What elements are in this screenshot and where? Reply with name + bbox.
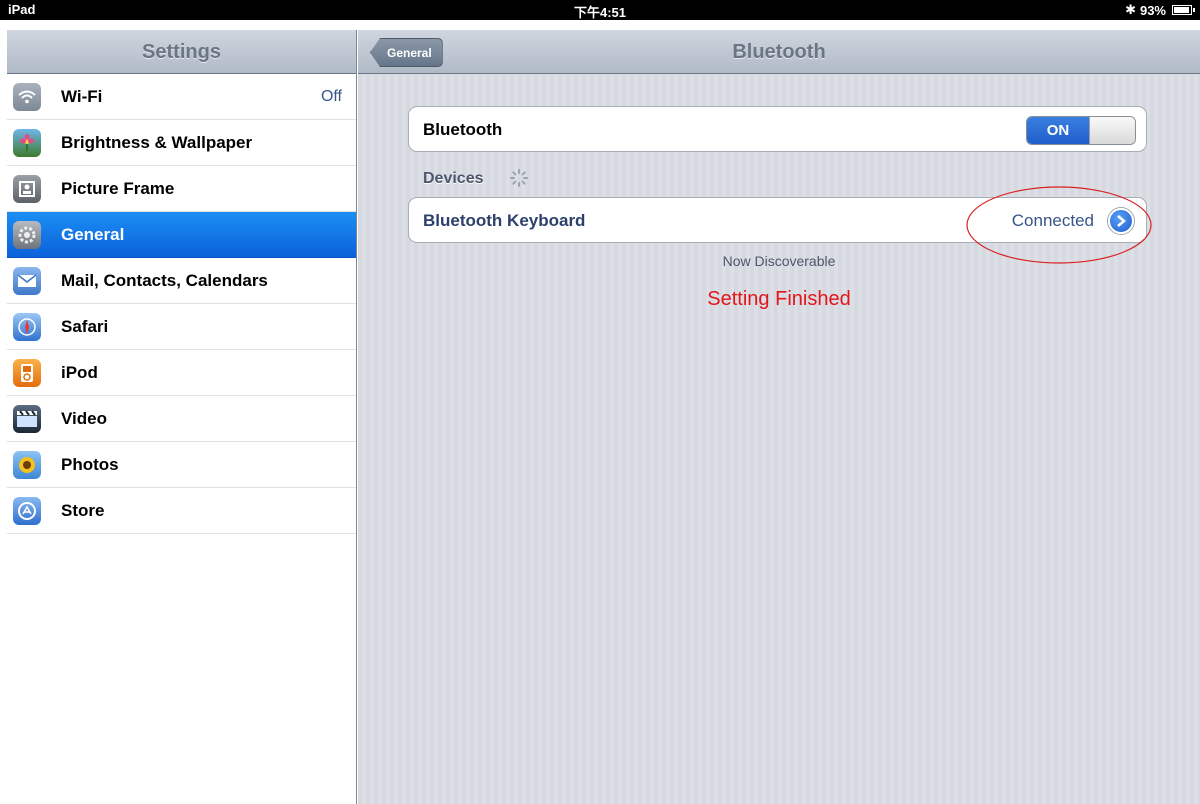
sidebar-item-label: Brightness & Wallpaper [61,132,253,152]
sidebar-item-ipod[interactable]: iPod [7,350,356,396]
toggle-knob [1089,117,1135,144]
sidebar-item-label: iPod [61,362,98,382]
device-name: Bluetooth Keyboard [423,211,586,230]
sidebar-item-safari[interactable]: Safari [7,304,356,350]
sidebar-item-label: Photos [61,454,119,474]
battery-percent: 93% [1139,2,1166,18]
wifi-icon [13,82,41,111]
sidebar-item-store[interactable]: Store [7,488,356,534]
settings-sidebar: Settings Wi-Fi Off Brightness & Wallpape… [7,30,357,804]
sidebar-item-mail-contacts-calendars[interactable]: Mail, Contacts, Calendars [7,258,356,304]
flower-icon [13,128,41,157]
app-store-icon [13,496,41,525]
status-bar: iPad 下午4:51 ✱ 93% [0,0,1200,20]
sidebar-item-label: Video [61,408,107,428]
compass-icon [13,312,41,341]
discoverable-status: Now Discoverable [722,253,836,269]
sidebar-item-label: General [61,224,125,244]
status-right: ✱ 93% [1125,2,1195,18]
sidebar-title: Settings [7,30,356,74]
sidebar-item-label: Store [61,500,105,520]
sidebar-item-wifi[interactable]: Wi-Fi Off [7,74,356,120]
settings-list: Wi-Fi Off Brightness & Wallpaper Picture… [7,74,356,534]
picture-frame-icon [13,174,41,203]
nav-bar: Bluetooth General [358,30,1200,74]
sidebar-item-label: Mail, Contacts, Calendars [61,270,268,290]
sidebar-item-brightness-wallpaper[interactable]: Brightness & Wallpaper [7,120,356,166]
annotation-setting-finished: Setting Finished [707,288,851,310]
bluetooth-detail-pane: Bluetooth General Bluetooth ON Devices B… [358,30,1200,804]
battery-icon [1172,5,1195,15]
sunflower-icon [13,450,41,479]
status-time: 下午4:51 [573,5,627,20]
wifi-status-value: Off [320,87,342,105]
bluetooth-toggle-group: Bluetooth ON [408,106,1147,152]
sidebar-item-label: Safari [61,316,109,336]
mail-icon [13,266,41,295]
sidebar-item-label: Picture Frame [61,178,175,198]
sidebar-item-general[interactable]: General [7,212,356,258]
loading-spinner-icon [510,169,528,187]
bluetooth-toggle-switch[interactable]: ON [1026,116,1136,145]
ipod-icon [13,358,41,387]
toggle-on-label: ON [1027,117,1089,144]
sidebar-item-video[interactable]: Video [7,396,356,442]
gear-icon [13,220,41,249]
devices-section-header: Devices [423,170,484,187]
back-button-general[interactable]: General [370,38,443,67]
page-title: Bluetooth [732,41,826,63]
sidebar-item-picture-frame[interactable]: Picture Frame [7,166,356,212]
clapper-icon [13,404,41,433]
bluetooth-row-label: Bluetooth [423,120,503,139]
bluetooth-status-icon: ✱ [1125,2,1136,17]
sidebar-item-photos[interactable]: Photos [7,442,356,488]
sidebar-item-label: Wi-Fi [61,86,103,106]
